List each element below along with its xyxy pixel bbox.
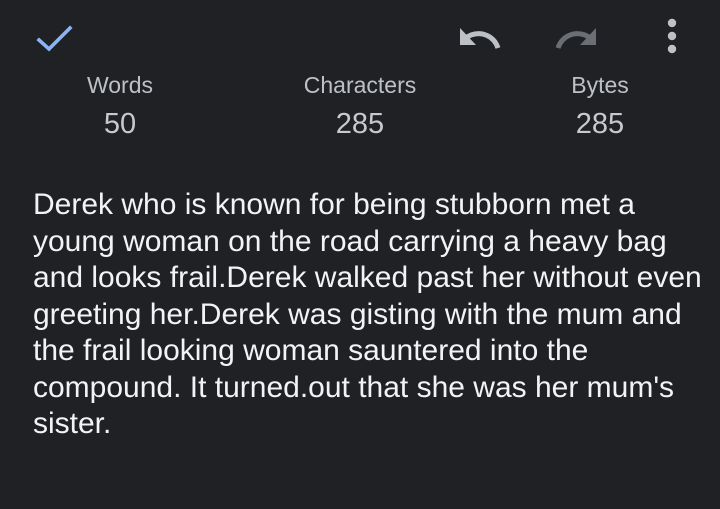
words-stat: Words 50: [20, 68, 220, 144]
bytes-stat: Bytes 285: [500, 68, 700, 144]
characters-label: Characters: [303, 72, 417, 98]
words-label: Words: [86, 72, 154, 98]
characters-value: 285: [335, 108, 385, 140]
more-vert-icon[interactable]: [652, 14, 692, 60]
text-content[interactable]: Derek who is known for being stubborn me…: [33, 187, 705, 443]
characters-stat: Characters 285: [260, 68, 460, 144]
text-statistics: Words 50 Characters 285 Bytes 285: [0, 68, 720, 148]
top-toolbar: [0, 0, 720, 70]
words-value: 50: [103, 108, 137, 140]
check-icon[interactable]: [34, 18, 76, 58]
bytes-label: Bytes: [571, 72, 629, 98]
undo-icon[interactable]: [452, 18, 508, 58]
bytes-value: 285: [575, 108, 625, 140]
redo-icon: [548, 18, 604, 58]
